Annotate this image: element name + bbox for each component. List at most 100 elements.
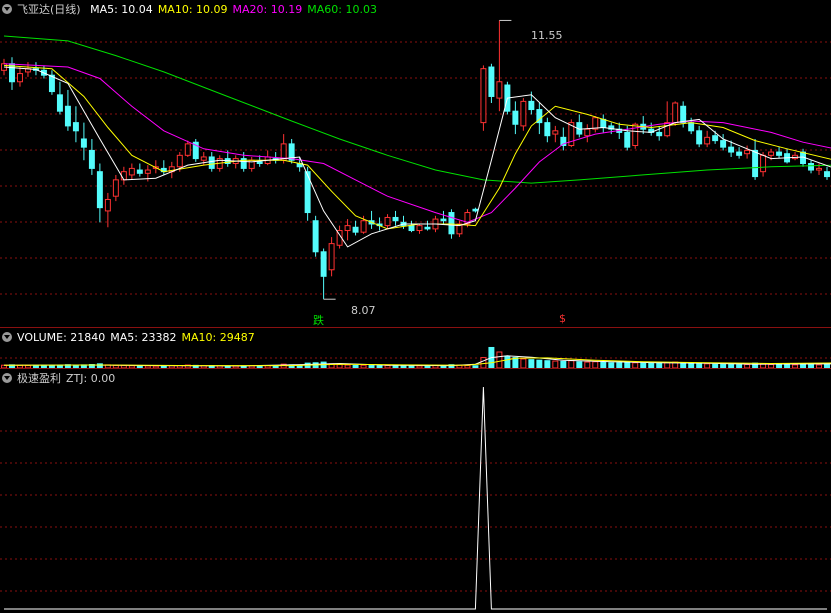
volume-bar-60: [480, 357, 487, 368]
candle-body-93: [744, 149, 751, 155]
candle-body-15: [120, 171, 127, 181]
volume-bar-70: [560, 360, 567, 368]
ma-legend-item-2: MA20: 10.19: [232, 3, 303, 16]
ma5-line: [3, 66, 831, 248]
candle-body-88: [704, 136, 711, 145]
candle-body-8: [64, 105, 71, 127]
candle-body-22: [176, 154, 183, 168]
candle-body-17: [136, 169, 143, 174]
candle-body-66: [528, 100, 535, 111]
ma-legend-item-3: MA60: 10.03: [307, 3, 377, 16]
candle-body-94: [752, 149, 759, 178]
volume-bar-67: [536, 359, 543, 368]
candle-body-78: [624, 131, 631, 148]
price-panel: 飞亚达(日线) MA5: 10.04 MA10: 10.09 MA20: 10.19…: [0, 0, 831, 327]
volume-bar-63: [504, 355, 511, 368]
volume-panel: VOLUME: 21840 MA5: 23382 MA10: 29487: [0, 328, 831, 368]
candle-body-92: [736, 151, 743, 156]
ztj-chart[interactable]: [0, 369, 831, 613]
volume-bar-71: [568, 360, 575, 368]
candle-body-9: [72, 122, 79, 132]
volume-bar-66: [528, 359, 535, 368]
candle-body-96: [768, 151, 775, 156]
candle-body-102: [816, 167, 822, 171]
candle-body-52: [416, 225, 423, 232]
candle-body-101: [808, 163, 815, 171]
stock-name: 飞亚达: [17, 3, 50, 16]
candle-body-91: [728, 146, 735, 153]
sell-signal-marker: 跌: [313, 314, 324, 327]
candle-body-82: [656, 131, 663, 137]
candle-body-41: [328, 243, 335, 271]
candle-body-56: [448, 212, 455, 235]
ma-legend-item-1: MA10: 10.09: [157, 3, 228, 16]
candle-body-87: [696, 130, 703, 145]
candle-body-61: [488, 66, 495, 97]
ma-legend-item-0: MA5: 10.04: [90, 3, 153, 16]
volume-legend-item-0: VOLUME: 21840: [17, 331, 106, 344]
candle-body-7: [56, 94, 63, 112]
ma60-line: [3, 35, 831, 184]
volume-legend-item-1: MA5: 23382: [110, 331, 177, 344]
buy-signal-marker: $: [559, 312, 566, 325]
candle-body-40: [320, 251, 327, 277]
candle-body-86: [688, 122, 695, 132]
candle-body-55: [440, 218, 447, 222]
candle-body-14: [112, 179, 119, 197]
candle-body-90: [720, 140, 727, 148]
ztj-line: [4, 386, 827, 610]
candle-body-73: [584, 128, 591, 137]
candle-body-13: [104, 198, 111, 212]
low-price-label: 8.07: [351, 304, 376, 317]
candle-body-62: [496, 81, 503, 99]
high-price-label: 11.55: [531, 29, 563, 42]
candle-body-84: [672, 102, 679, 124]
candle-body-23: [184, 143, 191, 156]
candle-body-89: [712, 135, 719, 142]
candle-body-11: [88, 149, 95, 169]
collapse-triangle-icon[interactable]: [2, 332, 12, 342]
period-label: (日线): [50, 3, 81, 16]
volume-panel-header: VOLUME: 21840 MA5: 23382 MA10: 29487: [2, 331, 265, 345]
candle-body-51: [408, 225, 415, 232]
candle-body-45: [360, 220, 367, 233]
candle-body-44: [352, 226, 359, 233]
candle-body-53: [424, 226, 431, 230]
candle-body-60: [480, 68, 487, 124]
candle-body-83: [664, 122, 671, 137]
indicator-name: 极速盈利: [17, 372, 61, 385]
indicator-value: ZTJ: 0.00: [66, 372, 116, 385]
candle-body-75: [600, 118, 607, 129]
candle-body-49: [392, 216, 399, 222]
volume-bar-69: [552, 360, 559, 368]
volume-bar-65: [520, 358, 527, 368]
candle-body-95: [760, 154, 767, 173]
candle-body-68: [544, 122, 551, 137]
volume-bar-68: [544, 360, 551, 368]
candle-body-43: [344, 225, 351, 232]
candle-body-26: [208, 156, 215, 169]
candle-body-18: [144, 169, 151, 174]
candle-body-2: [16, 73, 23, 83]
candle-body-65: [520, 100, 527, 127]
candle-body-12: [96, 171, 103, 209]
candle-body-16: [128, 167, 135, 176]
price-chart[interactable]: [0, 0, 831, 327]
indicator-panel-header: 极速盈利 ZTJ: 0.00: [2, 372, 120, 386]
price-panel-header: 飞亚达(日线) MA5: 10.04 MA10: 10.09 MA20: 10.19…: [2, 3, 387, 17]
candle-body-69: [552, 130, 559, 135]
collapse-triangle-icon[interactable]: [2, 4, 12, 14]
candle-body-39: [312, 220, 319, 253]
candle-body-59: [472, 208, 479, 212]
candle-body-48: [384, 216, 391, 227]
candle-body-85: [680, 105, 687, 124]
collapse-triangle-icon[interactable]: [2, 373, 12, 383]
candle-body-10: [80, 138, 87, 148]
candle-body-103: [824, 171, 830, 178]
candle-body-64: [512, 110, 519, 125]
indicator-panel: 极速盈利 ZTJ: 0.00: [0, 369, 831, 613]
volume-legend-item-2: MA10: 29487: [181, 331, 255, 344]
candle-body-32: [256, 161, 263, 165]
candle-body-97: [776, 151, 783, 156]
volume-bar-62: [496, 351, 503, 368]
